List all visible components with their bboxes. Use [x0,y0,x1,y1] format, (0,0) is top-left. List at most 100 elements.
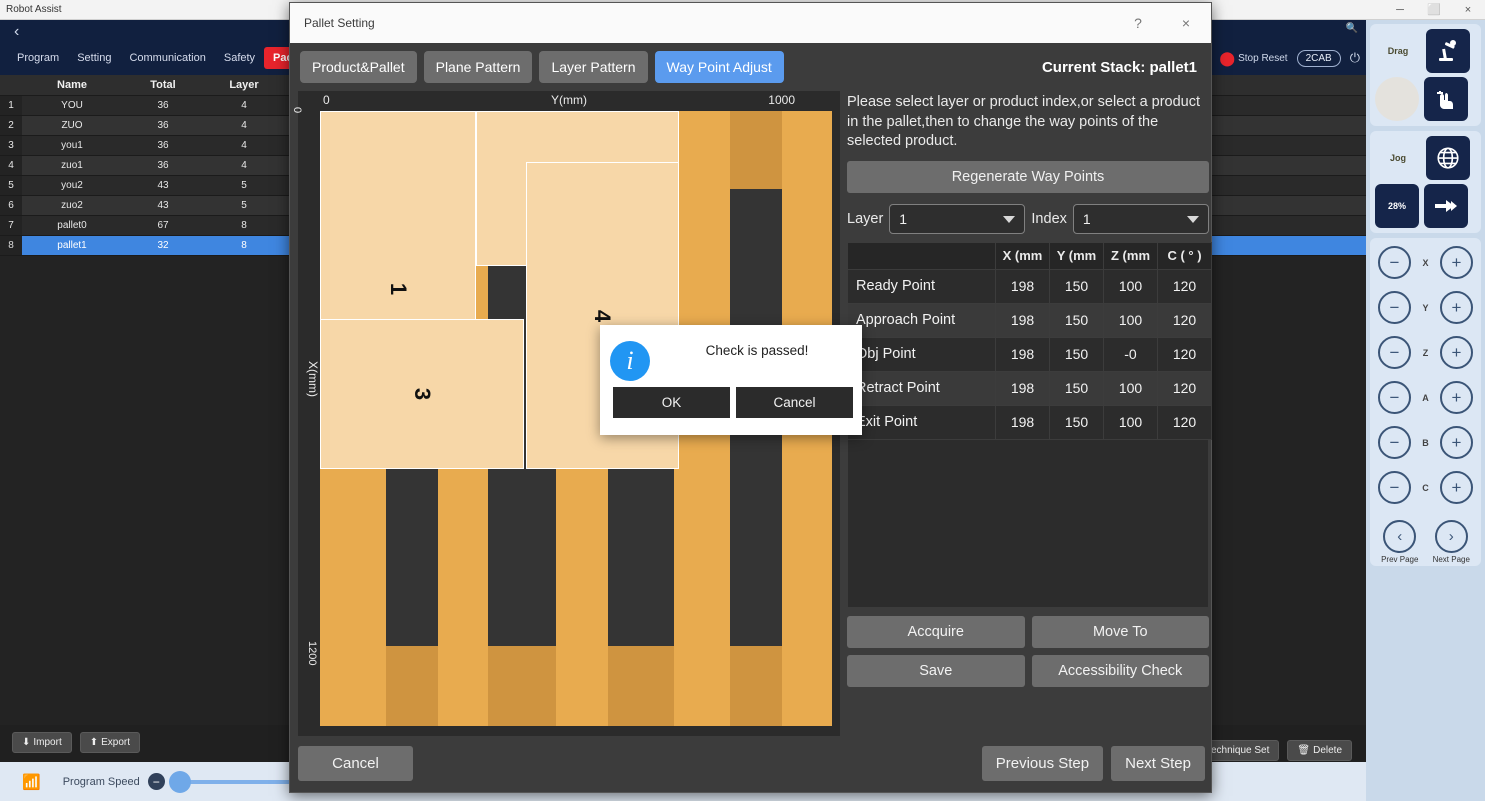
axis-c-plus-button[interactable]: + [1440,471,1473,504]
save-button[interactable]: Save [847,654,1025,687]
index-label: Index [1031,210,1067,227]
wp-cell-c[interactable]: 120 [1157,404,1212,440]
maximize-icon[interactable]: ⬜ [1417,0,1451,20]
axis-y-minus-button[interactable]: − [1378,291,1411,324]
close-icon[interactable]: × [1165,8,1207,38]
close-icon[interactable]: × [1451,0,1485,20]
menu-item-communication[interactable]: Communication [120,47,214,69]
wp-cell-x[interactable]: 198 [995,302,1050,338]
help-icon[interactable]: ? [1117,8,1159,38]
program-speed-slider[interactable] [168,770,297,793]
wp-cell-z[interactable]: 100 [1103,302,1158,338]
layer-select[interactable]: 1 [889,203,1026,234]
axis-c-label: C [1422,482,1429,493]
waypoint-row[interactable]: Ready Point 198 150 100 120 [847,268,1212,304]
chevron-down-icon [1003,215,1016,223]
technique-set-label: Technique Set [1206,745,1270,756]
wp-cell-y[interactable]: 150 [1049,336,1104,372]
export-button[interactable]: ⬆ Export [79,732,141,753]
robot-arm-icon[interactable] [1426,29,1470,73]
acquire-button[interactable]: Accquire [847,615,1025,648]
wp-cell-y[interactable]: 150 [1049,302,1104,338]
waypoint-table-empty-area [847,439,1209,608]
delete-button[interactable]: 🗑 Delete [1287,740,1352,761]
axis-row-b: − B + [1374,420,1477,465]
wp-row-name: Retract Point [847,370,996,406]
wp-cell-x[interactable]: 198 [995,370,1050,406]
axis-y-plus-button[interactable]: + [1439,291,1473,324]
axis-b-label: B [1422,437,1429,448]
status-badge-2cab[interactable]: 2CAB [1296,49,1341,67]
drag-pad[interactable] [1375,77,1419,121]
wp-cell-z[interactable]: -0 [1103,336,1158,372]
col-name: Name [22,75,122,96]
wp-cell-y[interactable]: 150 [1049,268,1104,304]
waypoint-row[interactable]: Exit Point 198 150 100 120 [847,404,1212,440]
row-index: 6 [0,195,22,216]
back-button[interactable]: ‹ [14,23,19,41]
axis-z-plus-button[interactable]: + [1440,336,1473,369]
axis-x-label: X [1422,257,1429,268]
axis-row-c: − C + [1374,465,1477,510]
axis-a-plus-button[interactable]: + [1440,381,1473,414]
wp-cell-c[interactable]: 120 [1157,336,1212,372]
delete-label: Delete [1313,745,1342,756]
next-page-button[interactable]: › Next Page [1433,520,1470,564]
minimize-icon[interactable]: ─ [1383,0,1417,20]
axis-x-minus-button[interactable]: − [1378,246,1411,279]
axis-row-a: − A + [1374,375,1477,420]
wifi-icon[interactable]: 📶 [22,773,41,791]
globe-icon[interactable] [1426,136,1470,180]
prev-page-button[interactable]: ‹ Prev Page [1381,520,1418,564]
accessibility-check-button[interactable]: Accessibility Check [1031,654,1209,687]
waypoint-row[interactable]: Retract Point 198 150 100 120 [847,370,1212,406]
tab-product-and-pallet[interactable]: Product&Pallet [300,51,417,83]
move-to-button[interactable]: Move To [1031,615,1209,648]
index-select[interactable]: 1 [1072,203,1210,234]
next-step-button[interactable]: Next Step [1111,746,1205,781]
speed-decrease-button[interactable]: − [147,773,165,790]
wp-cell-x[interactable]: 198 [995,404,1050,440]
instruction-text: Please select layer or product index,or … [847,94,1201,150]
power-icon[interactable]: ⏻ [1350,50,1360,66]
row-name: you1 [22,135,122,156]
axis-b-plus-button[interactable]: + [1440,426,1473,459]
fast-forward-icon[interactable] [1424,184,1468,228]
nav-stop-reset[interactable]: ⬤ Stop Reset [1219,50,1287,67]
dialog-cancel-button[interactable]: Cancel [298,746,413,781]
menu-item-setting[interactable]: Setting [68,47,120,69]
waypoint-row[interactable]: Approach Point 198 150 100 120 [847,302,1212,338]
tab-way-point-adjust[interactable]: Way Point Adjust [654,51,784,83]
search-icon[interactable]: 🔍 [1346,23,1358,34]
axis-z-minus-button[interactable]: − [1378,336,1411,369]
axis-a-minus-button[interactable]: − [1378,381,1411,414]
axis-x-plus-button[interactable]: + [1439,246,1473,279]
wp-cell-z[interactable]: 100 [1103,404,1158,440]
wp-cell-x[interactable]: 198 [995,268,1050,304]
alert-ok-button[interactable]: OK [613,387,730,418]
product-box[interactable]: 3 [320,319,524,469]
waypoint-row[interactable]: Obj Point 198 150 -0 120 [847,336,1212,372]
wp-cell-c[interactable]: 120 [1157,370,1212,406]
tab-plane-pattern[interactable]: Plane Pattern [423,51,533,83]
slider-knob[interactable] [168,770,191,793]
jog-speed-button[interactable]: 28% [1375,184,1419,228]
regenerate-way-points-button[interactable]: Regenerate Way Points [847,160,1209,193]
axis-b-minus-button[interactable]: − [1378,426,1411,459]
product-box-number: 3 [410,387,435,401]
axis-c-minus-button[interactable]: − [1378,471,1411,504]
menu-item-program[interactable]: Program [8,47,68,69]
wp-cell-y[interactable]: 150 [1049,404,1104,440]
wp-cell-c[interactable]: 120 [1157,268,1212,304]
hand-add-icon[interactable] [1424,77,1468,121]
wp-cell-z[interactable]: 100 [1103,268,1158,304]
alert-cancel-button[interactable]: Cancel [736,387,853,418]
previous-step-button[interactable]: Previous Step [981,746,1104,781]
import-button[interactable]: ⬇ Import [12,732,72,753]
wp-cell-y[interactable]: 150 [1049,370,1104,406]
wp-cell-c[interactable]: 120 [1157,302,1212,338]
wp-cell-z[interactable]: 100 [1103,370,1158,406]
wp-cell-x[interactable]: 198 [995,336,1050,372]
tab-layer-pattern[interactable]: Layer Pattern [539,51,648,83]
menu-item-safety[interactable]: Safety [215,47,264,69]
